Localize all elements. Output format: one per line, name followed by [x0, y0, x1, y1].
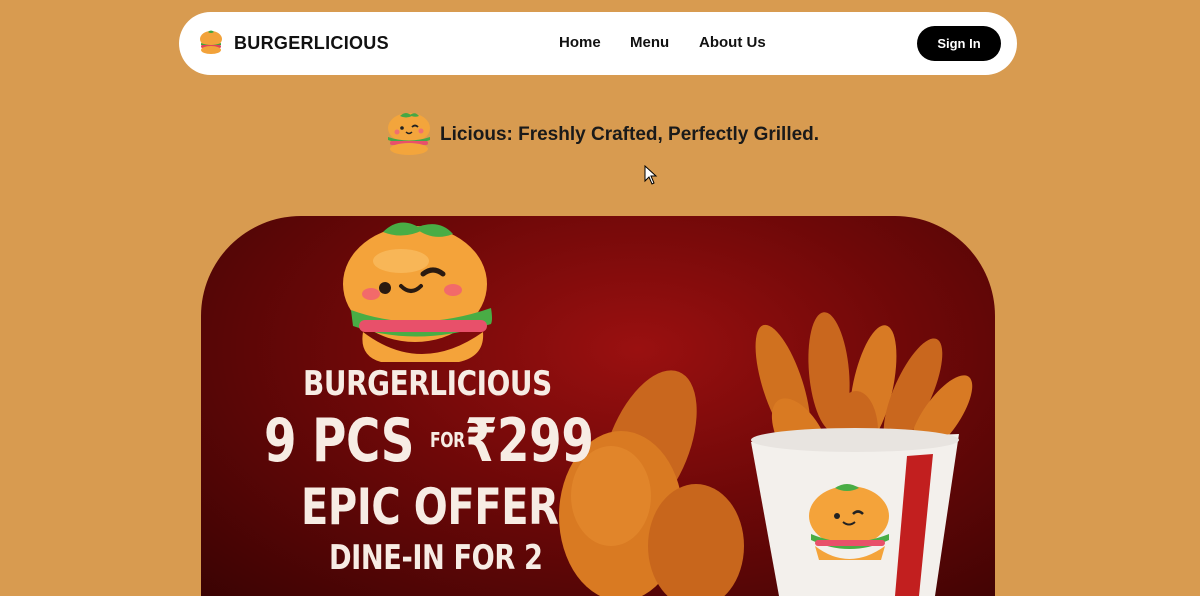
burger-logo-icon — [200, 30, 222, 54]
chevron-right-icon[interactable] — [201, 216, 221, 246]
brand[interactable]: BURGERLICIOUS — [196, 28, 389, 58]
nav-link-menu[interactable]: Menu — [630, 34, 669, 51]
tagline: Licious: Freshly Crafted, Perfectly Gril… — [382, 108, 819, 162]
nav-link-home[interactable]: Home — [559, 34, 601, 51]
chicken-bucket-image — [751, 312, 973, 596]
promo-for: FOR — [430, 428, 465, 452]
sign-in-button[interactable]: Sign In — [917, 26, 1001, 61]
mouse-cursor-icon — [644, 165, 658, 185]
promo-brand: BURGERLICIOUS — [303, 364, 552, 404]
brand-name: BURGERLICIOUS — [234, 32, 389, 53]
promo-offer: 9 PCS FOR₹299 — [264, 406, 594, 476]
burger-mascot-icon — [388, 113, 430, 155]
promo-price: ₹299 — [464, 406, 594, 476]
promo-count: 9 PCS — [264, 406, 415, 476]
hero-banner: BURGERLICIOUS 9 PCS FOR₹299 EPIC OFFER D… — [201, 216, 995, 596]
promo-subline: DINE-IN FOR 2 — [329, 538, 543, 578]
navbar: BURGERLICIOUS Home Menu About Us Sign In — [179, 12, 1017, 75]
promo-headline: EPIC OFFER — [301, 478, 559, 536]
nav-link-about-us[interactable]: About Us — [699, 34, 766, 51]
tagline-text: Licious: Freshly Crafted, Perfectly Gril… — [440, 124, 820, 145]
promo-text: BURGERLICIOUS 9 PCS FOR₹299 EPIC OFFER D… — [201, 216, 601, 596]
